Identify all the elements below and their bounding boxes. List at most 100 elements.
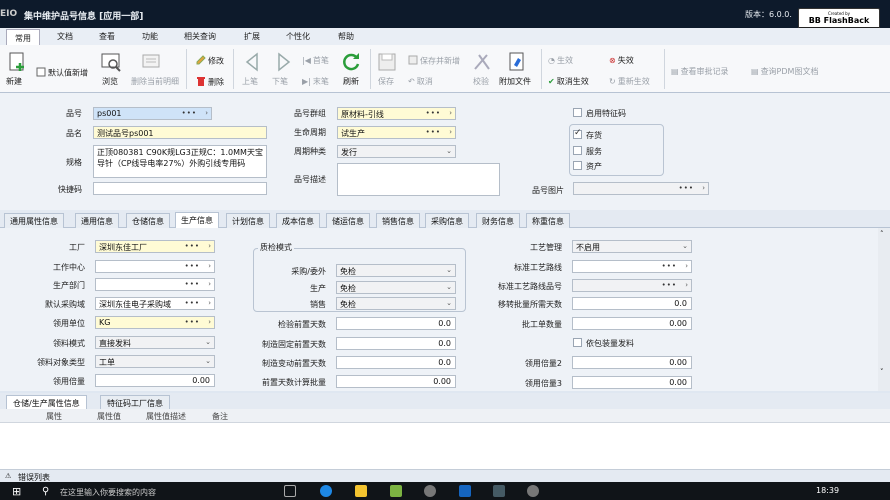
ribbon-tab-common[interactable]: 常用: [6, 29, 40, 45]
routing-mgmt-select[interactable]: 不启用 ⌄: [572, 240, 692, 253]
std-routing-field[interactable]: ••• ›: [572, 260, 692, 273]
issue-obj-select[interactable]: 工单 ⌄: [95, 355, 215, 368]
invalid-button[interactable]: ⊗ 失效: [609, 55, 634, 66]
qc-production-select[interactable]: 免检 ⌄: [336, 281, 456, 294]
save-button[interactable]: 保存: [378, 76, 394, 87]
tab-general-info[interactable]: 通用信息: [75, 213, 119, 228]
ribbon-tab-help[interactable]: 帮助: [338, 31, 354, 42]
refresh-button[interactable]: 刷新: [343, 76, 359, 87]
tab-purchase-info[interactable]: 采购信息: [425, 213, 469, 228]
tab-finance-info[interactable]: 财务信息: [476, 213, 520, 228]
tab-plan-info[interactable]: 计划信息: [226, 213, 270, 228]
vertical-scrollbar[interactable]: ˄ ˅: [878, 228, 890, 391]
inventory-checkbox[interactable]: [573, 128, 582, 139]
col-attribute-value[interactable]: 属性值: [97, 411, 121, 422]
cycle-type-select[interactable]: 发行 ⌄: [337, 145, 456, 158]
issue-mult-field[interactable]: 0.00: [95, 374, 215, 387]
view-pdm-button[interactable]: ▤ 查询PDM图文档: [751, 66, 818, 77]
save-and-new-button[interactable]: 保存并新增: [408, 55, 460, 67]
tab-feature-code-factory[interactable]: 特征码工厂信息: [100, 395, 170, 409]
cancel-button[interactable]: ↶ 取消: [408, 76, 433, 87]
erp-app-icon[interactable]: [493, 485, 505, 497]
qc-lead-field[interactable]: 0.0: [336, 317, 456, 330]
task-view-icon[interactable]: [284, 485, 296, 497]
work-center-field[interactable]: ••• ›: [95, 260, 215, 273]
prod-dept-label: 生产部门: [53, 281, 85, 290]
enable-feature-code-checkbox[interactable]: [573, 108, 582, 117]
default-purchase-field[interactable]: 深圳东佳电子采购域 ••• ›: [95, 297, 215, 310]
first-button[interactable]: |◀ 首笔: [302, 55, 329, 66]
view-approval-button[interactable]: ▤ 查看审批记录: [671, 66, 729, 77]
tab-warehouse-production-attr[interactable]: 仓储/生产属性信息: [6, 395, 87, 409]
item-no-field[interactable]: ps001 ••• ›: [93, 107, 212, 120]
tab-cost-info[interactable]: 成本信息: [276, 213, 320, 228]
new-button[interactable]: 新建: [6, 76, 22, 87]
make-fixed-lead-field[interactable]: 0.0: [336, 337, 456, 350]
re-effective-button[interactable]: ↻ 重新生效: [609, 76, 650, 87]
col-remark[interactable]: 备注: [212, 411, 228, 422]
tab-general-attributes[interactable]: 通用属性信息: [4, 213, 64, 228]
tab-weighing-info[interactable]: 称重信息: [526, 213, 570, 228]
factory-field[interactable]: 深圳东佳工厂 ••• ›: [95, 240, 215, 253]
scroll-up-icon[interactable]: ˄: [880, 230, 884, 238]
lead-calc-batch-field[interactable]: 0.00: [336, 375, 456, 388]
prod-dept-field[interactable]: ••• ›: [95, 278, 215, 291]
modify-button[interactable]: 修改: [196, 55, 224, 67]
asset-checkbox[interactable]: [573, 161, 582, 170]
prev-button[interactable]: 上笔: [242, 76, 258, 87]
next-button[interactable]: 下笔: [272, 76, 288, 87]
tab-warehouse-info[interactable]: 仓储信息: [126, 213, 170, 228]
app-icon-1[interactable]: [424, 485, 436, 497]
batch-qty-field[interactable]: 0.00: [572, 317, 692, 330]
last-icon: ▶|: [302, 77, 311, 86]
app-icon-2[interactable]: [459, 485, 471, 497]
unit-field[interactable]: KG ••• ›: [95, 316, 215, 329]
col-attribute-desc[interactable]: 属性值描述: [146, 411, 186, 422]
std-routing-item-field[interactable]: ••• ›: [572, 279, 692, 292]
item-desc-field[interactable]: [337, 163, 500, 196]
delete-detail-button[interactable]: 删除当前明细: [131, 76, 179, 87]
item-image-field[interactable]: ••• ›: [573, 182, 709, 195]
file-explorer-icon[interactable]: [355, 485, 367, 497]
cancel-effective-button[interactable]: ✔ 取消生效: [548, 76, 589, 87]
purchase-outsource-label: 采购/委外: [291, 267, 326, 276]
ribbon-tab-document[interactable]: 文档: [57, 31, 73, 42]
tab-production-info[interactable]: 生产信息: [175, 212, 219, 229]
mult3-field[interactable]: 0.00: [572, 376, 692, 389]
item-name-field[interactable]: 测试品号ps001: [93, 126, 267, 139]
col-attribute[interactable]: 属性: [46, 411, 62, 422]
windows-start-icon[interactable]: ⊞: [12, 485, 21, 498]
make-var-lead-field[interactable]: 0.0: [336, 356, 456, 369]
taskbar-search-input[interactable]: 在这里输入你要搜索的内容: [60, 487, 156, 498]
delete-button[interactable]: 删除: [196, 76, 224, 88]
scroll-down-icon[interactable]: ˅: [880, 368, 884, 376]
quick-code-field[interactable]: [93, 182, 267, 195]
item-group-field[interactable]: 原材料-引线 ••• ›: [337, 107, 456, 120]
life-cycle-field[interactable]: 试生产 ••• ›: [337, 126, 456, 139]
tab-sales-info[interactable]: 销售信息: [376, 213, 420, 228]
issue-mode-select[interactable]: 直接发料 ⌄: [95, 336, 215, 349]
ribbon-tab-function[interactable]: 功能: [142, 31, 158, 42]
mult2-field[interactable]: 0.00: [572, 356, 692, 369]
default-new-button[interactable]: 默认值新增: [36, 67, 88, 79]
ribbon-tab-related-query[interactable]: 相关查询: [184, 31, 216, 42]
last-button[interactable]: ▶| 末笔: [302, 76, 329, 87]
transfer-days-field[interactable]: 0.0: [572, 297, 692, 310]
ribbon-tab-extend[interactable]: 扩展: [244, 31, 260, 42]
app-icon-3[interactable]: [527, 485, 539, 497]
pack-issue-checkbox[interactable]: [573, 338, 582, 347]
effective-button[interactable]: ◔ 生效: [548, 55, 573, 66]
ribbon-tab-view[interactable]: 查看: [99, 31, 115, 42]
store-icon[interactable]: [390, 485, 402, 497]
ribbon-tab-personalize[interactable]: 个性化: [286, 31, 310, 42]
service-checkbox[interactable]: [573, 146, 582, 155]
clock[interactable]: 18:39: [816, 486, 839, 495]
attach-file-button[interactable]: 附加文件: [499, 76, 531, 87]
qc-sales-select[interactable]: 免检 ⌄: [336, 297, 456, 310]
edge-icon[interactable]: [320, 485, 332, 497]
verify-button[interactable]: 校验: [473, 76, 489, 87]
tab-logistics-info[interactable]: 储运信息: [326, 213, 370, 228]
browse-button[interactable]: 浏览: [102, 76, 118, 87]
purchase-outsource-select[interactable]: 免检 ⌄: [336, 264, 456, 277]
spec-field[interactable]: 正顶080381 C90K规LG3正规C：1.0MM天宝导针（CP线导电率27%…: [93, 145, 267, 178]
